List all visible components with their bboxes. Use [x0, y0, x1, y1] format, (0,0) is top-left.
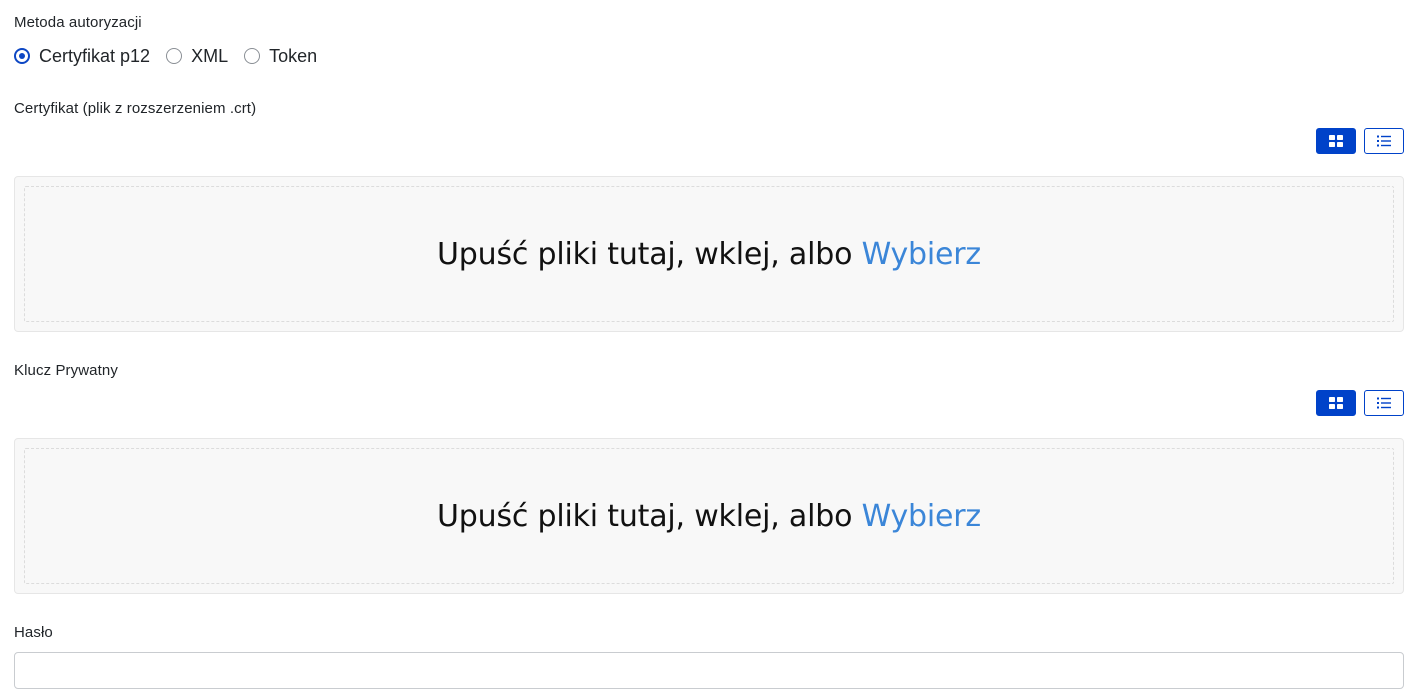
radio-label-xml[interactable]: XML	[191, 46, 228, 67]
password-label: Hasło	[14, 624, 53, 641]
private-key-dropzone[interactable]: Upuść pliki tutaj, wklej, albo Wybierz	[14, 438, 1404, 594]
certificate-dropzone[interactable]: Upuść pliki tutaj, wklej, albo Wybierz	[14, 176, 1404, 332]
dropzone-text: Upuść pliki tutaj, wklej, albo Wybierz	[437, 499, 981, 534]
browse-link[interactable]: Wybierz	[862, 237, 982, 272]
certificate-view-toggle	[1308, 128, 1404, 154]
list-view-button[interactable]	[1364, 390, 1404, 416]
dropzone-instruction: Upuść pliki tutaj, wklej, albo	[437, 236, 862, 272]
radio-unchecked-icon[interactable]	[244, 48, 261, 64]
radio-xml[interactable]: XML	[166, 46, 228, 67]
auth-method-label: Metoda autoryzacji	[14, 14, 142, 31]
radio-checked-icon[interactable]	[14, 48, 30, 64]
grid-view-button[interactable]	[1316, 128, 1356, 154]
certificate-label: Certyfikat (plik z rozszerzeniem .crt)	[14, 100, 257, 117]
radio-label-token[interactable]: Token	[269, 46, 317, 67]
radio-unchecked-icon[interactable]	[166, 48, 183, 64]
browse-link[interactable]: Wybierz	[862, 499, 982, 534]
list-icon	[1377, 135, 1391, 147]
list-view-button[interactable]	[1364, 128, 1404, 154]
radio-token[interactable]: Token	[244, 46, 317, 67]
auth-method-radio-group: Certyfikat p12 XML Token	[14, 45, 333, 67]
certificate-dropzone-area[interactable]: Upuść pliki tutaj, wklej, albo Wybierz	[24, 186, 1394, 322]
grid-view-button[interactable]	[1316, 390, 1356, 416]
radio-label-certyfikat-p12[interactable]: Certyfikat p12	[39, 46, 150, 67]
private-key-view-toggle	[1308, 390, 1404, 416]
list-icon	[1377, 397, 1391, 409]
dropzone-text: Upuść pliki tutaj, wklej, albo Wybierz	[437, 237, 981, 272]
grid-icon	[1329, 135, 1343, 147]
private-key-dropzone-area[interactable]: Upuść pliki tutaj, wklej, albo Wybierz	[24, 448, 1394, 584]
dropzone-instruction: Upuść pliki tutaj, wklej, albo	[437, 498, 862, 534]
radio-certyfikat-p12[interactable]: Certyfikat p12	[14, 46, 150, 67]
password-input[interactable]	[14, 652, 1404, 689]
grid-icon	[1329, 397, 1343, 409]
private-key-label: Klucz Prywatny	[14, 362, 118, 379]
